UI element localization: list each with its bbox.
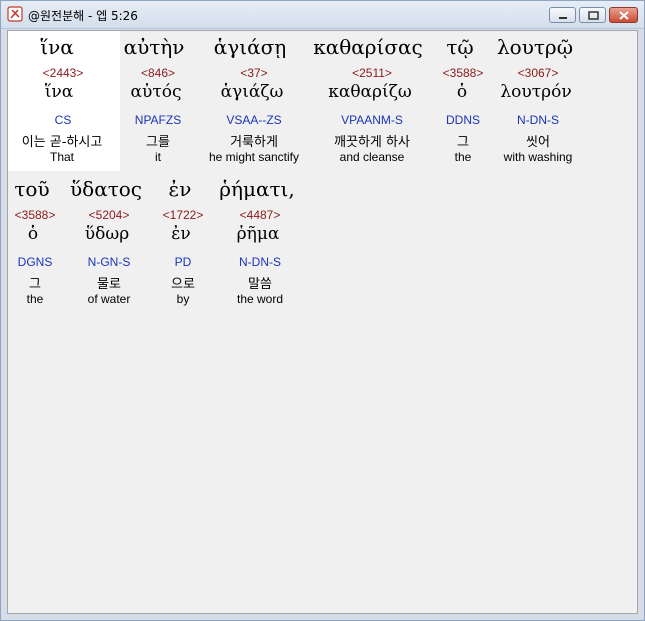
english-gloss: That <box>49 150 75 164</box>
strong-number[interactable]: <3588> <box>15 208 56 222</box>
lemma: ὁ <box>456 82 468 102</box>
window-title: @원전분해 - 엡 5:26 <box>28 9 138 23</box>
greek-word: καθαρίσας <box>313 35 423 59</box>
english-gloss: by <box>176 292 190 306</box>
morphology-code: VSAA--ZS <box>226 113 282 127</box>
korean-gloss: 이는 곧-하시고 <box>21 135 103 150</box>
korean-gloss: 으로 <box>171 277 195 292</box>
korean-gloss: 그 <box>457 135 469 150</box>
strong-number[interactable]: <2511> <box>352 66 392 80</box>
korean-gloss: 그 <box>29 277 41 292</box>
lemma: ὕδωρ <box>84 224 130 244</box>
lemma: ὁ <box>27 224 39 244</box>
greek-word: ῥήματι, <box>219 177 295 201</box>
title-bar[interactable]: @원전분해 - 엡 5:26 <box>1 1 644 29</box>
strong-number[interactable]: <1722> <box>163 208 204 222</box>
greek-word: λουτρῷ <box>496 35 574 59</box>
morphology-code: DGNS <box>17 255 53 269</box>
english-gloss: with washing <box>503 150 573 164</box>
english-gloss: of water <box>87 292 131 306</box>
app-window: @원전분해 - 엡 5:26 ἵνα <2443> ἵνα CS 이는 곧-하시… <box>0 0 645 621</box>
strong-number[interactable]: <846> <box>141 66 175 80</box>
greek-word: τῷ <box>446 35 474 59</box>
strong-number[interactable]: <3067> <box>518 66 559 80</box>
greek-word: τοῦ <box>14 177 50 201</box>
compass-icon <box>7 6 23 22</box>
lemma: ἁγιάζω <box>220 82 284 102</box>
korean-gloss: 깨끗하게 하사 <box>334 135 410 150</box>
morphology-code: N-GN-S <box>87 255 131 269</box>
strong-number[interactable]: <5204> <box>89 208 130 222</box>
strong-number[interactable]: <2443> <box>43 66 84 80</box>
korean-gloss: 씻어 <box>526 135 550 150</box>
morphology-code: N-DN-S <box>239 255 281 269</box>
english-gloss: it <box>155 150 161 164</box>
greek-word: ἵνα <box>40 35 74 59</box>
strong-number[interactable]: <4487> <box>240 208 281 222</box>
english-gloss: he might sanctify <box>208 150 300 164</box>
morphology-code: NPAFZS <box>134 113 182 127</box>
lemma: ἐν <box>171 224 191 244</box>
close-icon <box>619 11 629 20</box>
korean-gloss: 말씀 <box>248 277 272 292</box>
maximize-icon <box>588 11 599 20</box>
strong-number[interactable]: <3588> <box>443 66 484 80</box>
english-gloss: the <box>454 150 472 164</box>
morphology-code: PD <box>174 255 192 269</box>
greek-word: ἐν <box>168 177 192 201</box>
korean-gloss: 그를 <box>146 135 170 150</box>
lemma: ἵνα <box>44 82 74 102</box>
morphology-code: CS <box>54 113 72 127</box>
greek-word: ὕδατος <box>69 177 143 201</box>
minimize-icon <box>559 17 567 19</box>
korean-gloss: 물로 <box>97 277 121 292</box>
english-gloss: the word <box>236 292 284 306</box>
morphology-code: N-DN-S <box>517 113 559 127</box>
maximize-button[interactable] <box>579 7 606 23</box>
english-gloss: and cleanse <box>339 150 405 164</box>
morphology-code: DDNS <box>445 113 481 127</box>
greek-word: ἁγιάσῃ <box>213 35 287 59</box>
lemma: ῥῆμα <box>236 224 280 244</box>
lemma: καθαρίζω <box>328 82 412 102</box>
greek-word: αὐτὴν <box>123 35 185 59</box>
lemma: αὐτός <box>130 82 182 102</box>
close-button[interactable] <box>609 7 638 23</box>
minimize-button[interactable] <box>549 7 576 23</box>
lemma: λουτρόν <box>500 82 572 102</box>
strong-number[interactable]: <37> <box>240 66 267 80</box>
korean-gloss: 거룩하게 <box>230 135 278 150</box>
interlinear-panel: ἵνα <2443> ἵνα CS 이는 곧-하시고 That αὐτὴν <8… <box>7 30 638 614</box>
english-gloss: the <box>26 292 44 306</box>
morphology-code: VPAANM-S <box>341 113 403 127</box>
